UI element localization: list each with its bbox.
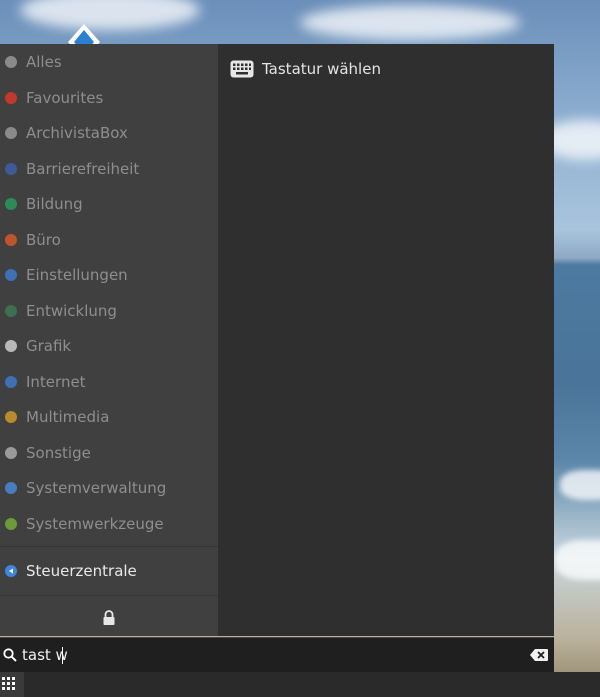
internet-icon	[5, 375, 17, 388]
taskbar	[0, 672, 600, 697]
sidebar-item-archivistabox[interactable]: ArchivistaBox	[0, 116, 218, 150]
sidebar-item-label: Favourites	[26, 88, 104, 107]
search-bar	[0, 637, 554, 672]
sidebar-item-label: Grafik	[26, 337, 72, 355]
other-icon	[5, 446, 17, 459]
lock-screen-button[interactable]	[0, 600, 218, 636]
text-cursor	[62, 647, 63, 664]
control-center-label: Steuerzentrale	[26, 562, 137, 580]
sidebar-item-grafik[interactable]: Grafik	[0, 329, 218, 363]
application-menu: Alles Favourites ArchivistaBox Barrierefrei…	[0, 44, 554, 636]
search-icon	[3, 648, 17, 662]
clear-text-icon[interactable]	[530, 649, 548, 661]
sidebar-item-barrierefreiheit[interactable]: Barrierefreiheit	[0, 152, 218, 186]
graphics-icon	[5, 340, 17, 352]
control-center-icon	[5, 565, 17, 577]
control-center-item[interactable]: Steuerzentrale	[0, 553, 218, 589]
sidebar-item-label: Internet	[26, 372, 86, 391]
cloud	[20, 0, 200, 30]
category-list: Alles Favourites ArchivistaBox Barrierefrei…	[0, 44, 218, 546]
app-grid-icon	[2, 677, 15, 690]
sidebar-item-entwicklung[interactable]: Entwicklung	[0, 294, 218, 328]
sidebar-item-label: Systemverwaltung	[26, 479, 167, 497]
sidebar-item-multimedia[interactable]: Multimedia	[0, 400, 218, 434]
sidebar-item-label: Alles	[26, 53, 62, 71]
multimedia-icon	[5, 411, 17, 423]
category-sidebar: Alles Favourites ArchivistaBox Barrierefrei…	[0, 44, 218, 636]
keyboard-icon	[230, 60, 254, 78]
sidebar-item-systemwerkzeuge[interactable]: Systemwerkzeuge	[0, 507, 218, 541]
search-results-panel: Tastatur wählen	[220, 44, 554, 636]
sidebar-item-internet[interactable]: Internet	[0, 365, 218, 399]
sidebar-item-büro[interactable]: Büro	[0, 223, 218, 257]
system-tools-icon	[5, 517, 17, 530]
office-icon	[5, 233, 17, 246]
search-input[interactable]	[22, 644, 512, 666]
sidebar-item-systemverwaltung[interactable]: Systemverwaltung	[0, 471, 218, 505]
sidebar-item-favourites[interactable]: Favourites	[0, 81, 218, 115]
app-launcher-button[interactable]	[0, 672, 24, 697]
sidebar-item-label: Multimedia	[26, 408, 110, 426]
sidebar-item-label: Büro	[26, 230, 61, 249]
sidebar-divider	[0, 546, 218, 547]
sidebar-item-label: Entwicklung	[26, 301, 117, 320]
sidebar-divider	[0, 595, 218, 596]
sidebar-item-label: Einstellungen	[26, 266, 128, 284]
star-icon	[5, 56, 17, 68]
sidebar-item-sonstige[interactable]: Sonstige	[0, 436, 218, 470]
sidebar-item-bildung[interactable]: Bildung	[0, 187, 218, 221]
result-label: Tastatur wählen	[262, 60, 381, 78]
development-icon	[5, 304, 17, 317]
heart-icon	[5, 91, 17, 104]
sidebar-item-alles[interactable]: Alles	[0, 45, 218, 79]
cloud	[300, 5, 520, 40]
education-icon	[5, 198, 17, 210]
sidebar-item-label: Barrierefreiheit	[26, 159, 140, 178]
sidebar-item-label: ArchivistaBox	[26, 124, 128, 142]
sidebar-item-label: Systemwerkzeuge	[26, 514, 164, 533]
lock-icon	[103, 610, 115, 625]
sidebar-item-einstellungen[interactable]: Einstellungen	[0, 258, 218, 292]
wave-foam	[555, 540, 600, 580]
accessibility-icon	[5, 162, 17, 175]
settings-icon	[5, 269, 17, 281]
wave-foam	[560, 470, 600, 500]
sidebar-item-label: Bildung	[26, 195, 83, 213]
home-icon	[5, 127, 17, 139]
result-item[interactable]: Tastatur wählen	[230, 54, 381, 84]
sidebar-item-label: Sonstige	[26, 443, 91, 462]
system-admin-icon	[5, 482, 17, 494]
